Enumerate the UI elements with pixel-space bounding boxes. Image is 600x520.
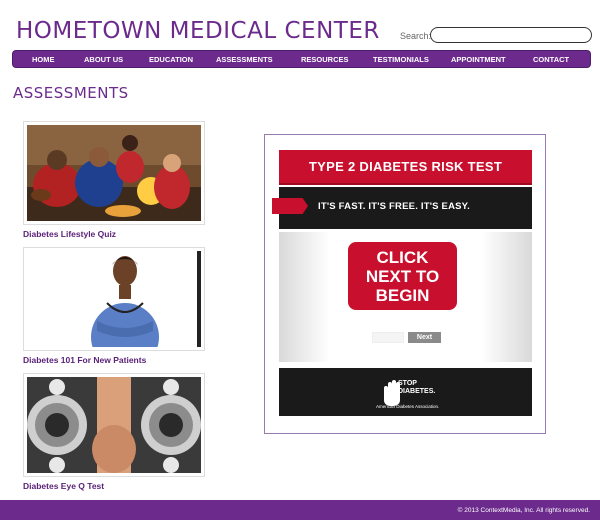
stop-diabetes-line-2: DIABETES. [398, 388, 436, 395]
nav-contact[interactable]: CONTACT [533, 55, 569, 64]
next-button[interactable]: Next [408, 332, 441, 343]
nav-education[interactable]: EDUCATION [149, 55, 193, 64]
search-input[interactable] [430, 27, 592, 43]
risk-test-tagline: IT'S FAST. IT'S FREE. IT'S EASY. [318, 201, 471, 212]
assessment-thumbnail-diabetes-101[interactable] [23, 247, 205, 351]
nav-about-us[interactable]: ABOUT US [84, 55, 123, 64]
assessment-thumbnail-lifestyle-quiz[interactable] [23, 121, 205, 225]
assessment-link-lifestyle-quiz[interactable]: Diabetes Lifestyle Quiz [23, 229, 116, 239]
stop-diabetes-brand: STOP DIABETES. [398, 380, 435, 396]
nav-assessments[interactable]: ASSESSMENTS [216, 55, 273, 64]
nav-resources[interactable]: RESOURCES [301, 55, 349, 64]
ada-org-name: American Diabetes Association. [376, 404, 440, 409]
cta-line-3: BEGIN [375, 286, 430, 305]
eye-exam-photo [27, 377, 201, 473]
nav-testimonials[interactable]: TESTIMONIALS [373, 55, 429, 64]
nurse-photo [27, 251, 201, 347]
sports-fans-photo [27, 125, 201, 221]
search-label: Search: [400, 31, 432, 41]
cta-line-2: NEXT TO [365, 267, 440, 286]
back-button[interactable] [372, 332, 404, 343]
main-nav: HOME ABOUT US EDUCATION ASSESSMENTS RESO… [12, 50, 591, 68]
assessment-thumbnail-eye-q-test[interactable] [23, 373, 205, 477]
cta-line-1: CLICK [376, 248, 429, 267]
risk-test-title: TYPE 2 DIABETES RISK TEST [279, 150, 532, 185]
stop-diabetes-line-1: STOP [398, 380, 417, 387]
nav-home[interactable]: HOME [32, 55, 55, 64]
arrow-icon [272, 198, 308, 214]
page-title: ASSESSMENTS [13, 84, 129, 102]
nav-appointment[interactable]: APPOINTMENT [451, 55, 506, 64]
assessment-link-diabetes-101[interactable]: Diabetes 101 For New Patients [23, 355, 146, 365]
click-next-to-begin-button[interactable]: CLICK NEXT TO BEGIN [348, 242, 457, 310]
copyright-text: © 2013 ContextMedia, Inc. All rights res… [457, 507, 590, 514]
assessment-link-eye-q-test[interactable]: Diabetes Eye Q Test [23, 481, 104, 491]
site-title: HOMETOWN MEDICAL CENTER [16, 18, 380, 44]
